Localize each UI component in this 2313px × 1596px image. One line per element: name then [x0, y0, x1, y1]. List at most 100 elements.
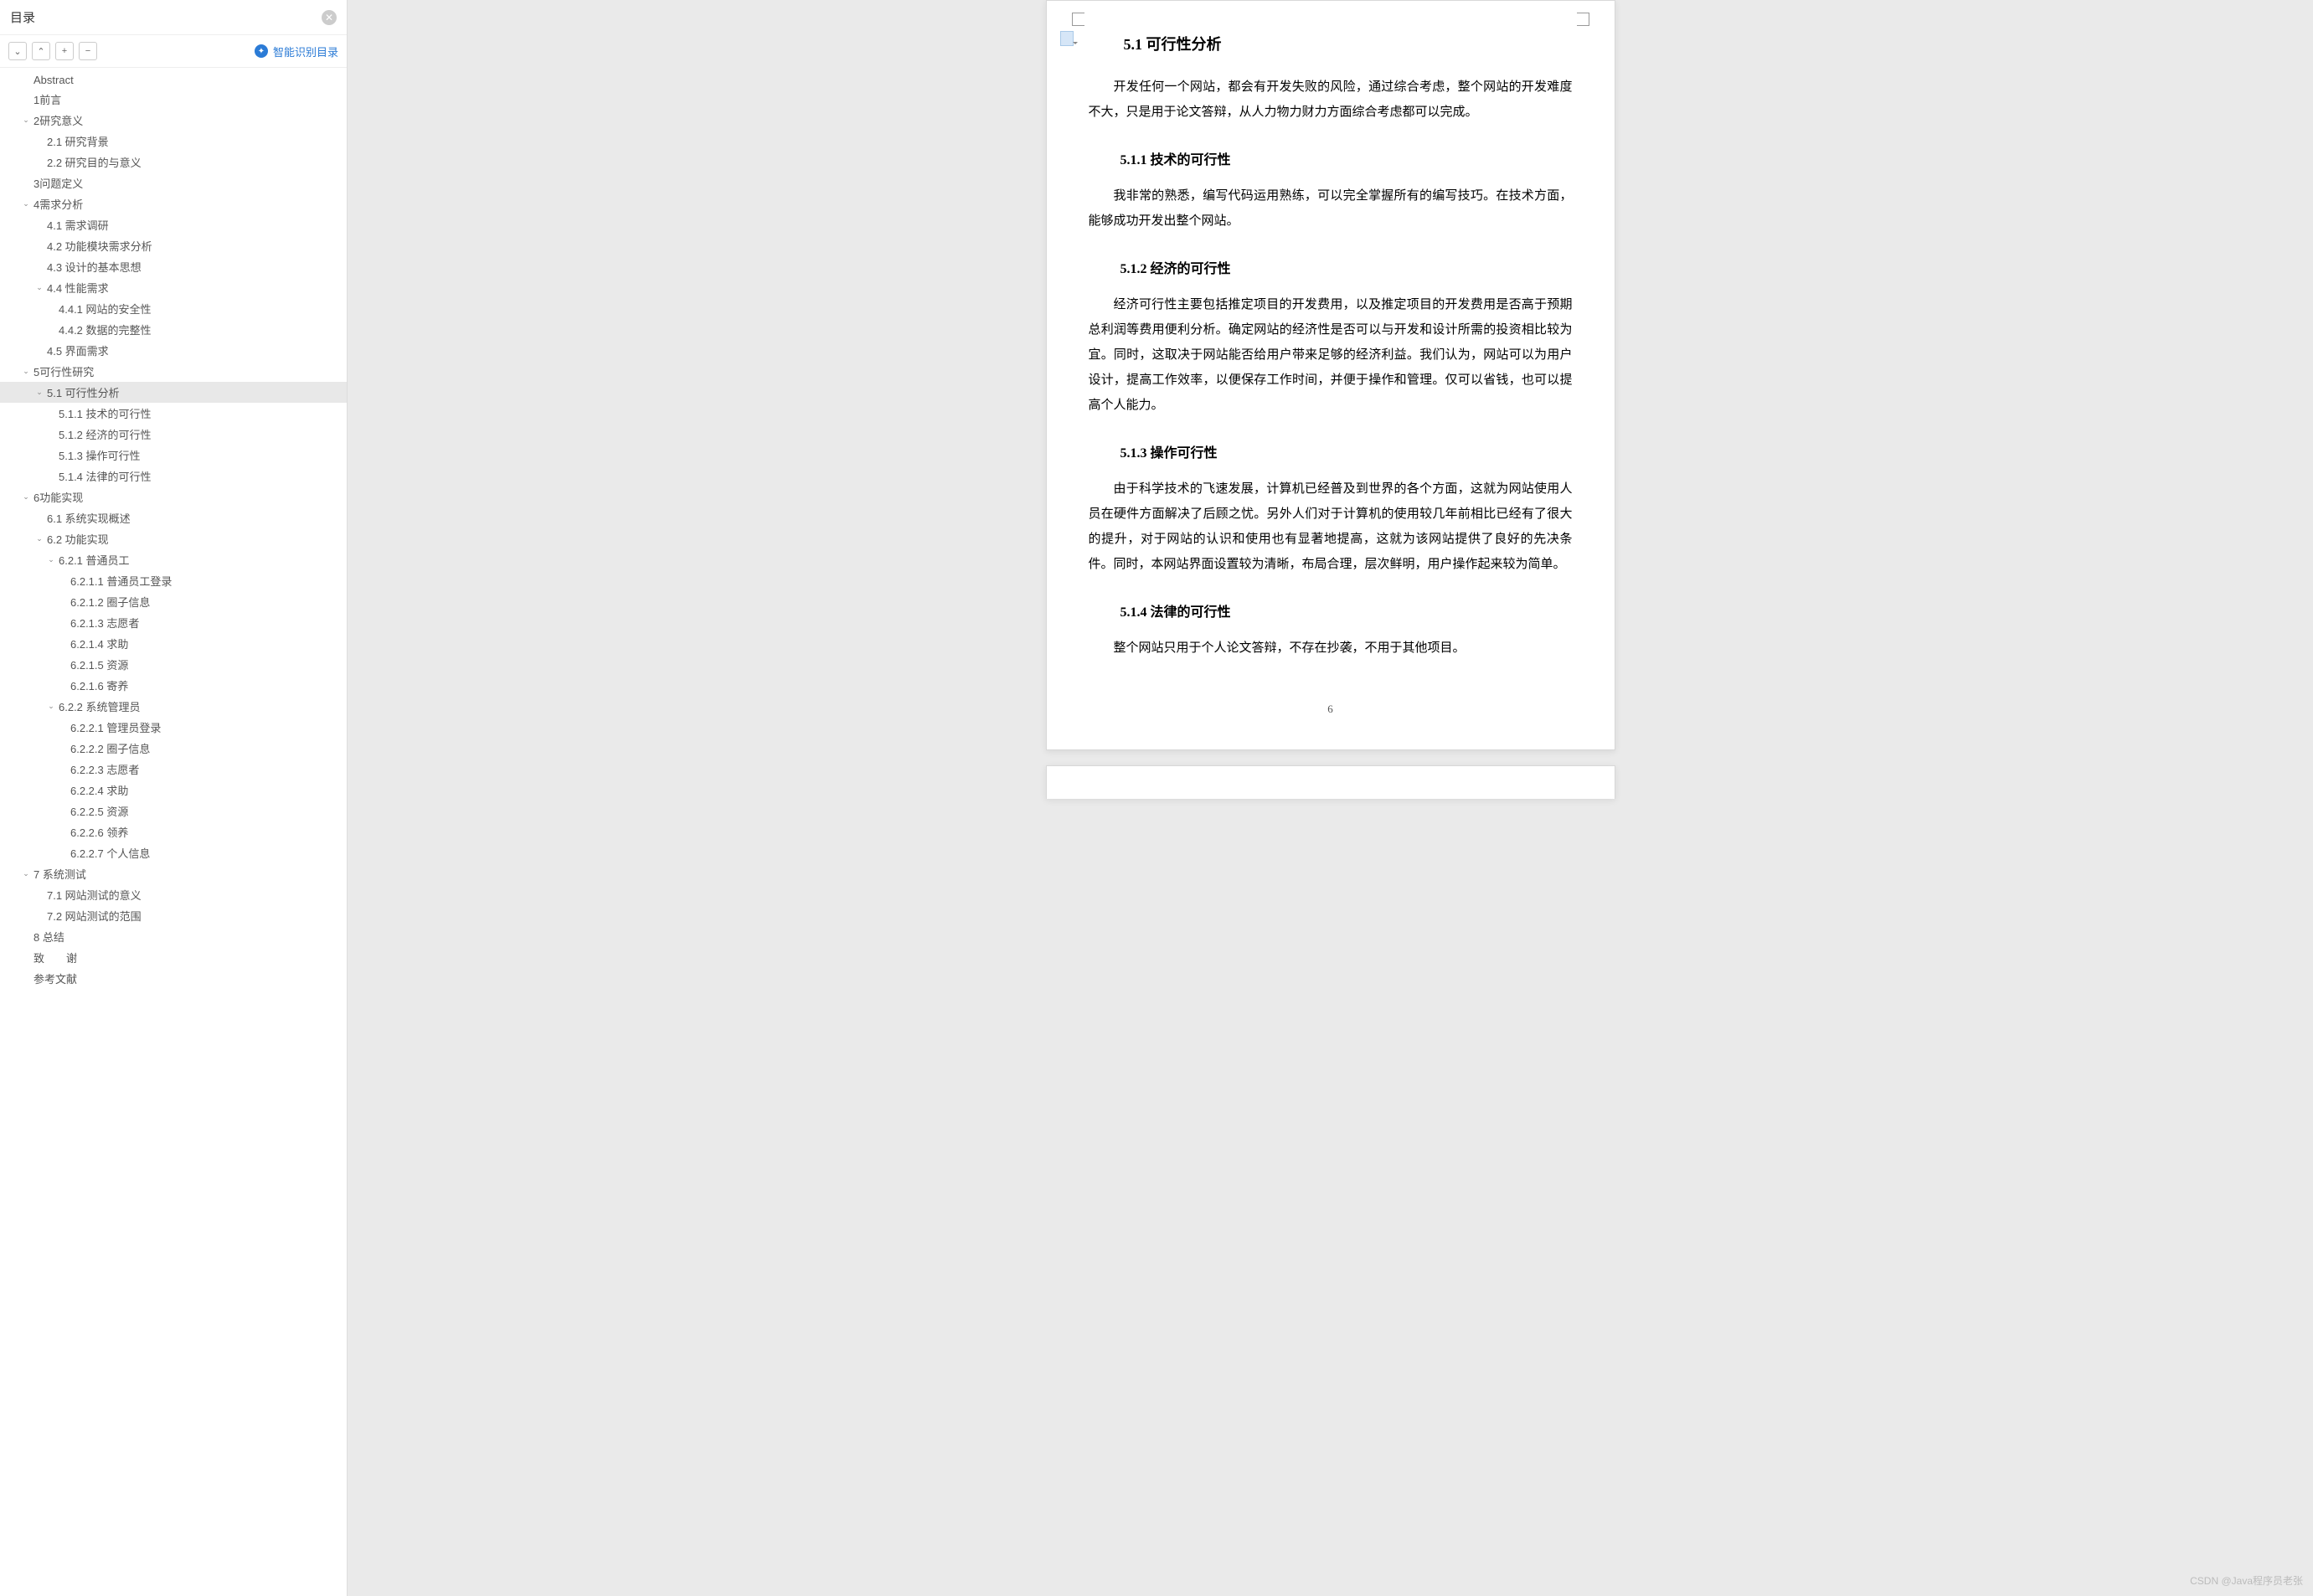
toc-item[interactable]: Abstract: [0, 71, 347, 89]
toc-item-label: 6.2.2.7 个人信息: [70, 845, 340, 861]
toc-item[interactable]: 5.1.3 操作可行性: [0, 445, 347, 466]
toc-item[interactable]: 2.2 研究目的与意义: [0, 152, 347, 172]
toc-item[interactable]: 6.2.2.2 圈子信息: [0, 738, 347, 759]
toc-item[interactable]: 6.2.2.4 求助: [0, 780, 347, 801]
heading-5-1: 5.1 可行性分析: [1124, 33, 1573, 54]
chevron-down-icon[interactable]: ⌄: [45, 555, 57, 564]
toc-item-label: 6.2.1.4 求助: [70, 636, 340, 651]
chevron-down-icon[interactable]: ⌄: [20, 367, 32, 376]
toc-item[interactable]: ⌄6.2 功能实现: [0, 528, 347, 549]
toc-item[interactable]: 5.1.2 经济的可行性: [0, 424, 347, 445]
smart-toc-icon: ✦: [255, 44, 268, 58]
toc-item[interactable]: 4.4.2 数据的完整性: [0, 319, 347, 340]
toc-item-label: 8 总结: [33, 929, 340, 945]
toc-item[interactable]: 8 总结: [0, 926, 347, 947]
toc-item[interactable]: 6.2.1.6 寄养: [0, 675, 347, 696]
heading-5-1-1: 5.1.1 技术的可行性: [1120, 148, 1573, 168]
toc-item[interactable]: ⌄6.2.1 普通员工: [0, 549, 347, 570]
toc-item[interactable]: 5.1.1 技术的可行性: [0, 403, 347, 424]
toc-item-label: 4需求分析: [33, 196, 340, 212]
toc-item[interactable]: 6.2.1.2 圈子信息: [0, 591, 347, 612]
toc-item[interactable]: 7.1 网站测试的意义: [0, 884, 347, 905]
toc-item-label: Abstract: [33, 74, 340, 86]
toc-item[interactable]: 4.5 界面需求: [0, 340, 347, 361]
toc-item-label: 2.2 研究目的与意义: [47, 154, 340, 170]
toc-item-label: 6功能实现: [33, 489, 340, 505]
toc-item[interactable]: 6.2.1.5 资源: [0, 654, 347, 675]
toc-item[interactable]: 参考文献: [0, 968, 347, 989]
toc-item-label: 6.2.2.6 领养: [70, 824, 340, 840]
toc-item[interactable]: 6.2.1.3 志愿者: [0, 612, 347, 633]
smart-toc-label: 智能识别目录: [273, 44, 338, 59]
chevron-down-icon[interactable]: ⌄: [45, 702, 57, 711]
toc-item-label: 4.1 需求调研: [47, 217, 340, 233]
chevron-down-icon[interactable]: ⌄: [20, 492, 32, 502]
toc-item[interactable]: ⌄5可行性研究: [0, 361, 347, 382]
toc-item[interactable]: ⌄4.4 性能需求: [0, 277, 347, 298]
expand-all-button[interactable]: +: [55, 42, 74, 60]
page-number: 6: [1089, 703, 1573, 716]
toc-item[interactable]: 6.2.1.4 求助: [0, 633, 347, 654]
sidebar-title: 目录: [10, 8, 35, 26]
toc-item[interactable]: 4.2 功能模块需求分析: [0, 235, 347, 256]
toc-item[interactable]: 1前言: [0, 89, 347, 110]
toc-item-label: 6.2.2.5 资源: [70, 803, 340, 819]
page-note-icon[interactable]: [1060, 31, 1074, 46]
toc-item[interactable]: 7.2 网站测试的范围: [0, 905, 347, 926]
chevron-down-icon[interactable]: ⌄: [33, 534, 45, 543]
toc-item-label: 4.4.2 数据的完整性: [59, 322, 340, 337]
close-icon[interactable]: ✕: [322, 10, 337, 25]
collapse-all-button[interactable]: −: [79, 42, 97, 60]
toc-item-label: 5.1.3 操作可行性: [59, 447, 340, 463]
toc-item-label: 7.2 网站测试的范围: [47, 908, 340, 924]
heading-5-1-2: 5.1.2 经济的可行性: [1120, 257, 1573, 277]
toc-item[interactable]: ⌄7 系统测试: [0, 863, 347, 884]
toc-item-label: 6.2.1.6 寄养: [70, 677, 340, 693]
document-viewport[interactable]: 5.1 可行性分析 开发任何一个网站，都会有开发失败的风险，通过综合考虑，整个网…: [348, 0, 2313, 1596]
toc-item[interactable]: ⌄5.1 可行性分析: [0, 382, 347, 403]
toc-item[interactable]: ⌄4需求分析: [0, 193, 347, 214]
toc-item-label: 7.1 网站测试的意义: [47, 887, 340, 903]
toc-item-label: 4.5 界面需求: [47, 342, 340, 358]
toc-item-label: 6.2.2.1 管理员登录: [70, 719, 340, 735]
toc-item[interactable]: ⌄6功能实现: [0, 487, 347, 507]
toc-item-label: 2.1 研究背景: [47, 133, 340, 149]
chevron-down-icon[interactable]: ⌄: [33, 283, 45, 292]
toc-item-label: 5.1.1 技术的可行性: [59, 405, 340, 421]
document-page: 5.1 可行性分析 开发任何一个网站，都会有开发失败的风险，通过综合考虑，整个网…: [1046, 0, 1615, 750]
chevron-down-icon[interactable]: ⌄: [20, 869, 32, 878]
toc-item[interactable]: 致 谢: [0, 947, 347, 968]
toc-item-label: 2研究意义: [33, 112, 340, 128]
toc-item[interactable]: 4.4.1 网站的安全性: [0, 298, 347, 319]
toc-item-label: 4.4 性能需求: [47, 280, 340, 296]
next-page-peek: [1046, 765, 1615, 799]
toc-item-label: 6.2.1.1 普通员工登录: [70, 573, 340, 589]
toc-tree[interactable]: Abstract1前言⌄2研究意义2.1 研究背景2.2 研究目的与意义3问题定…: [0, 68, 347, 1596]
chevron-down-icon[interactable]: ⌄: [20, 116, 32, 125]
toc-item-label: 5.1 可行性分析: [47, 384, 340, 400]
smart-toc-button[interactable]: ✦ 智能识别目录: [255, 44, 338, 59]
toc-item[interactable]: 4.3 设计的基本思想: [0, 256, 347, 277]
chevron-down-icon[interactable]: ⌄: [20, 199, 32, 209]
sidebar-toolbar: ⌄ ⌃ + − ✦ 智能识别目录: [0, 35, 347, 68]
toc-item-label: 6.1 系统实现概述: [47, 510, 340, 526]
collapse-up-button[interactable]: ⌃: [32, 42, 50, 60]
toc-item[interactable]: 6.2.2.5 资源: [0, 801, 347, 821]
toc-item[interactable]: 4.1 需求调研: [0, 214, 347, 235]
chevron-down-icon[interactable]: ⌄: [33, 388, 45, 397]
toc-item[interactable]: 5.1.4 法律的可行性: [0, 466, 347, 487]
toc-item[interactable]: 2.1 研究背景: [0, 131, 347, 152]
heading-5-1-3: 5.1.3 操作可行性: [1120, 441, 1573, 461]
collapse-down-button[interactable]: ⌄: [8, 42, 27, 60]
toc-item[interactable]: 6.2.2.6 领养: [0, 821, 347, 842]
toc-item[interactable]: ⌄2研究意义: [0, 110, 347, 131]
toc-item[interactable]: 6.2.1.1 普通员工登录: [0, 570, 347, 591]
toc-item[interactable]: ⌄6.2.2 系统管理员: [0, 696, 347, 717]
toc-item[interactable]: 3问题定义: [0, 172, 347, 193]
toc-item[interactable]: 6.2.2.3 志愿者: [0, 759, 347, 780]
toc-item[interactable]: 6.2.2.7 个人信息: [0, 842, 347, 863]
toc-item[interactable]: 6.1 系统实现概述: [0, 507, 347, 528]
toc-item-label: 6.2.2.4 求助: [70, 782, 340, 798]
sidebar-header: 目录 ✕: [0, 0, 347, 35]
toc-item[interactable]: 6.2.2.1 管理员登录: [0, 717, 347, 738]
